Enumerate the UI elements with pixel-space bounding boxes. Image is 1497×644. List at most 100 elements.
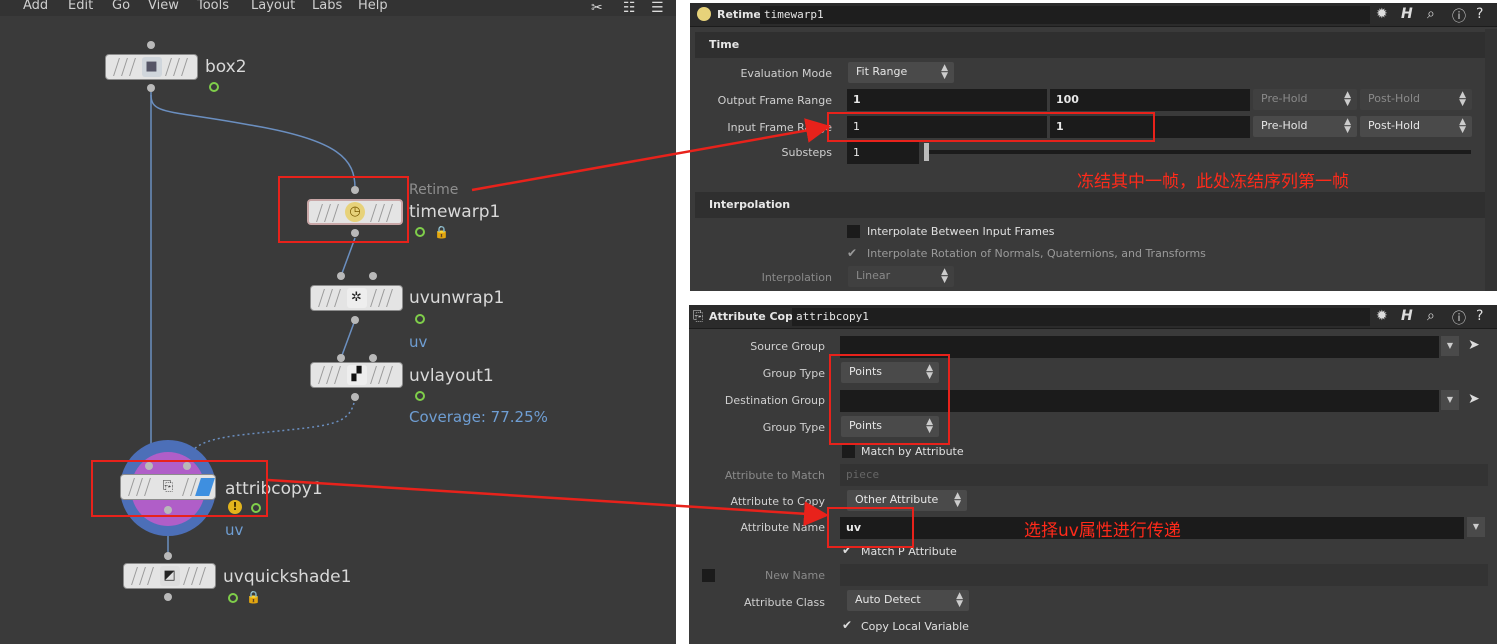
uvlayout-input-port-2[interactable] [369, 354, 377, 362]
evaluation-mode-value: Fit Range [856, 65, 908, 78]
uvquickshade-output-port[interactable] [164, 593, 172, 601]
annotation-select-uv: 选择uv属性进行传递 [1024, 521, 1181, 541]
parameter-panel-attribcopy: ⎘ Attribute Copy attribcopy1 ✹ H ⌕ ⓘ ? S… [689, 305, 1497, 644]
select-arrow-icon[interactable]: ➤ [1468, 391, 1480, 407]
highlight-box-timewarp [278, 176, 409, 243]
gear-icon[interactable]: ✹ [1376, 308, 1388, 324]
destination-group-menu[interactable]: ▼ [1441, 390, 1459, 410]
output-start-field[interactable]: 1 [847, 89, 1047, 111]
source-group-menu[interactable]: ▼ [1441, 336, 1459, 356]
node-label-box2: box2 [205, 57, 247, 77]
wires [150, 92, 356, 560]
help-h-icon[interactable]: H [1401, 6, 1413, 22]
lock-icon[interactable]: 🔒 [434, 225, 449, 239]
output-prehold-dropdown[interactable]: Pre-Hold ▲ ▼ [1253, 89, 1357, 110]
node-info-uvunwrap1: uv [409, 333, 428, 351]
source-group-label: Source Group [750, 340, 825, 353]
gear-icon[interactable]: ✹ [1376, 6, 1388, 22]
box2-input-port[interactable] [147, 41, 155, 49]
attribute-class-dropdown[interactable]: Auto Detect ▲ ▼ [847, 590, 969, 611]
interpolate-between-label: Interpolate Between Input Frames [867, 225, 1055, 238]
checkmark-icon[interactable]: ✔ [842, 618, 852, 632]
input-posthold-value: Post-Hold [1368, 119, 1421, 132]
substeps-slider-track[interactable] [926, 150, 1471, 154]
attribute-class-value: Auto Detect [855, 593, 921, 606]
copy-local-variable-label: Copy Local Variable [861, 620, 969, 633]
highlight-box-input-range [827, 112, 1155, 142]
display-flag[interactable] [415, 314, 425, 324]
node-label-uvlayout1: uvlayout1 [409, 366, 494, 386]
attribute-copy-icon: ⎘ [693, 309, 704, 324]
attribute-to-copy-label: Attribute to Copy [730, 495, 825, 508]
lock-icon[interactable]: 🔒 [246, 590, 261, 604]
node-name-field[interactable]: attribcopy1 [792, 308, 1370, 326]
display-flag[interactable] [209, 82, 219, 92]
highlight-box-attribcopy [91, 460, 268, 517]
info-icon[interactable]: ⓘ [1452, 308, 1466, 328]
checkmark-icon[interactable]: ✔ [847, 246, 857, 260]
annotation-freeze-frame: 冻结其中一帧，此处冻结序列第一帧 [1077, 172, 1349, 192]
panel-header: ⎘ Attribute Copy attribcopy1 ✹ H ⌕ ⓘ ? [689, 305, 1497, 329]
node-label-uvunwrap1: uvunwrap1 [409, 288, 505, 308]
node-uvlayout1[interactable]: ▞ [310, 362, 403, 388]
node-type-label: Retime [717, 8, 761, 21]
interpolate-between-checkbox[interactable] [847, 225, 860, 238]
node-info-attribcopy1: uv [225, 521, 244, 539]
new-name-field[interactable] [840, 564, 1488, 586]
scrollbar[interactable] [1485, 29, 1497, 291]
attribute-name-menu[interactable]: ▼ [1467, 517, 1485, 537]
output-frame-range-label: Output Frame Range [717, 94, 832, 107]
uv-checker-icon: ◩ [159, 566, 180, 586]
display-flag[interactable] [415, 227, 425, 237]
search-icon[interactable]: ⌕ [1427, 308, 1435, 324]
attribute-to-match-label: Attribute to Match [724, 469, 825, 482]
box2-output-port[interactable] [147, 84, 155, 92]
match-by-attribute-checkbox[interactable] [842, 445, 855, 458]
substeps-field[interactable]: 1 [847, 142, 919, 164]
node-uvunwrap1[interactable]: ✲ [310, 285, 403, 311]
section-time[interactable]: Time [695, 32, 1485, 58]
input-posthold-dropdown[interactable]: Post-Hold ▲ ▼ [1360, 116, 1472, 137]
node-name-field[interactable]: timewarp1 [760, 6, 1370, 24]
group-type-label: Group Type [762, 421, 825, 434]
node-box2[interactable]: ■ [105, 54, 198, 80]
help-icon[interactable]: ? [1476, 308, 1483, 324]
highlight-box-group-types [829, 354, 950, 445]
section-interpolation[interactable]: Interpolation [695, 192, 1485, 218]
display-flag[interactable] [415, 391, 425, 401]
uvlayout-input-port-1[interactable] [337, 354, 345, 362]
node-label-uvquickshade1: uvquickshade1 [223, 567, 352, 587]
node-type-retime: Retime [409, 182, 459, 198]
node-label-timewarp1: timewarp1 [409, 202, 501, 222]
help-h-icon[interactable]: H [1401, 308, 1413, 324]
uvunwrap-input-port-1[interactable] [337, 272, 345, 280]
interpolation-dropdown[interactable]: Linear ▲ ▼ [848, 266, 954, 287]
uvquickshade-input-port[interactable] [164, 552, 172, 560]
interpolation-value: Linear [856, 269, 891, 282]
evaluation-mode-dropdown[interactable]: Fit Range ▲ ▼ [848, 62, 954, 83]
info-icon[interactable]: ⓘ [1452, 6, 1466, 26]
help-icon[interactable]: ? [1476, 6, 1483, 22]
node-uvquickshade1[interactable]: ◩ [123, 563, 216, 589]
input-prehold-value: Pre-Hold [1261, 119, 1308, 132]
uvunwrap-input-port-2[interactable] [369, 272, 377, 280]
attribute-class-label: Attribute Class [743, 596, 825, 609]
output-posthold-value: Post-Hold [1368, 92, 1421, 105]
panel-header: Retime timewarp1 ✹ H ⌕ ⓘ ? [690, 3, 1497, 27]
search-icon[interactable]: ⌕ [1427, 6, 1435, 22]
output-end-field[interactable]: 100 [1050, 89, 1250, 111]
uv-unwrap-icon: ✲ [346, 288, 367, 308]
attribute-to-match-field[interactable]: piece [840, 464, 1488, 486]
substeps-slider-handle[interactable] [924, 143, 929, 161]
new-name-label: New Name [765, 569, 825, 582]
network-editor[interactable]: Add Edit Go View Tools Layout Labs Help … [0, 0, 676, 644]
input-prehold-dropdown[interactable]: Pre-Hold ▲ ▼ [1253, 116, 1357, 137]
uvlayout-output-port[interactable] [351, 393, 359, 401]
uvunwrap-output-port[interactable] [351, 316, 359, 324]
uv-layout-icon: ▞ [346, 365, 367, 385]
node-info-uvlayout1: Coverage: 77.25% [409, 408, 548, 426]
output-posthold-dropdown[interactable]: Post-Hold ▲ ▼ [1360, 89, 1472, 110]
select-arrow-icon[interactable]: ➤ [1468, 337, 1480, 353]
display-flag[interactable] [228, 593, 238, 603]
attribute-name-label: Attribute Name [740, 521, 825, 534]
